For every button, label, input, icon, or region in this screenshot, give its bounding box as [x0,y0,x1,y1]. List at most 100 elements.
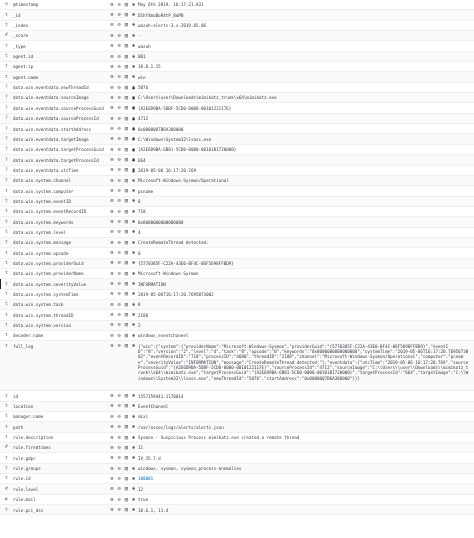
filter-exists-icon[interactable]: ✱ [131,198,137,204]
filter-out-value-icon[interactable]: ⊖ [116,343,122,349]
filter-out-value-icon[interactable]: ⊖ [116,445,122,451]
toggle-column-icon[interactable]: ▥ [123,312,129,318]
filter-out-value-icon[interactable]: ⊖ [116,167,122,173]
filter-out-value-icon[interactable]: ⊖ [116,455,122,461]
filter-out-value-icon[interactable]: ⊖ [116,229,122,235]
filter-for-value-icon[interactable]: ⊕ [109,43,115,49]
toggle-column-icon[interactable]: ▥ [123,497,129,503]
filter-out-value-icon[interactable]: ⊖ [116,291,122,297]
filter-for-value-icon[interactable]: ⊕ [109,476,115,482]
filter-for-value-icon[interactable]: ⊕ [109,22,115,28]
filter-exists-icon[interactable]: ✱ [131,178,137,184]
filter-for-value-icon[interactable]: ⊕ [109,271,115,277]
filter-out-value-icon[interactable]: ⊖ [116,424,122,430]
filter-exists-icon[interactable]: ✱ [131,2,137,8]
toggle-column-icon[interactable]: ▥ [123,95,129,101]
filter-exists-icon[interactable]: ✱ [131,435,137,441]
filter-out-value-icon[interactable]: ⊖ [116,333,122,339]
filter-for-value-icon[interactable]: ⊕ [109,281,115,287]
filter-out-value-icon[interactable]: ⊖ [116,260,122,266]
toggle-column-icon[interactable]: ▥ [123,424,129,430]
filter-for-value-icon[interactable]: ⊕ [109,435,115,441]
filter-exists-icon[interactable]: ✱ [131,445,137,451]
filter-exists-icon[interactable]: ✱ [131,240,137,246]
toggle-column-icon[interactable]: ▥ [123,105,129,111]
toggle-column-icon[interactable]: ▥ [123,33,129,39]
toggle-column-icon[interactable]: ▥ [123,229,129,235]
filter-exists-icon[interactable]: ✱ [131,291,137,297]
filter-out-value-icon[interactable]: ⊖ [116,219,122,225]
filter-exists-icon[interactable]: ✱ [131,260,137,266]
filter-exists-icon[interactable]: ✱ [131,64,137,70]
filter-for-value-icon[interactable]: ⊕ [109,209,115,215]
filter-for-value-icon[interactable]: ⊕ [109,33,115,39]
filter-exists-icon[interactable]: ✱ [131,209,137,215]
filter-for-value-icon[interactable]: ⊕ [109,74,115,80]
filter-out-value-icon[interactable]: ⊖ [116,188,122,194]
filter-for-value-icon[interactable]: ⊕ [109,188,115,194]
filter-exists-icon[interactable]: ✱ [131,403,137,409]
filter-out-value-icon[interactable]: ⊖ [116,393,122,399]
toggle-column-icon[interactable]: ▥ [123,486,129,492]
filter-exists-icon[interactable]: ✱ [131,302,137,308]
filter-for-value-icon[interactable]: ⊕ [109,291,115,297]
filter-out-value-icon[interactable]: ⊖ [116,209,122,215]
filter-out-value-icon[interactable]: ⊖ [116,312,122,318]
filter-exists-icon[interactable]: ✱ [131,43,137,49]
filter-out-value-icon[interactable]: ⊖ [116,95,122,101]
toggle-column-icon[interactable]: ▥ [123,281,129,287]
toggle-column-icon[interactable]: ▥ [123,414,129,420]
toggle-column-icon[interactable]: ▥ [123,476,129,482]
filter-out-value-icon[interactable]: ⊖ [116,54,122,60]
filter-for-value-icon[interactable]: ⊕ [109,126,115,132]
toggle-column-icon[interactable]: ▥ [123,126,129,132]
toggle-column-icon[interactable]: ▥ [123,2,129,8]
filter-for-value-icon[interactable]: ⊕ [109,147,115,153]
toggle-column-icon[interactable]: ▥ [123,64,129,70]
toggle-column-icon[interactable]: ▥ [123,322,129,328]
toggle-column-icon[interactable]: ▥ [123,209,129,215]
filter-out-value-icon[interactable]: ⊖ [116,85,122,91]
filter-out-value-icon[interactable]: ⊖ [116,302,122,308]
filter-out-value-icon[interactable]: ⊖ [116,116,122,122]
filter-exists-icon[interactable]: ✱ [131,322,137,328]
toggle-column-icon[interactable]: ▥ [123,198,129,204]
toggle-column-icon[interactable]: ▥ [123,250,129,256]
toggle-column-icon[interactable]: ▥ [123,393,129,399]
filter-exists-icon[interactable]: ✱ [131,271,137,277]
toggle-column-icon[interactable]: ▥ [123,188,129,194]
filter-out-value-icon[interactable]: ⊖ [116,507,122,513]
filter-exists-icon[interactable]: ✱ [131,393,137,399]
toggle-column-icon[interactable]: ▥ [123,435,129,441]
filter-for-value-icon[interactable]: ⊕ [109,445,115,451]
filter-exists-icon[interactable]: ✱ [131,250,137,256]
filter-exists-icon[interactable]: ✱ [131,486,137,492]
filter-out-value-icon[interactable]: ⊖ [116,435,122,441]
toggle-column-icon[interactable]: ▥ [123,43,129,49]
toggle-column-icon[interactable]: ▥ [123,343,129,349]
toggle-column-icon[interactable]: ▥ [123,291,129,297]
filter-for-value-icon[interactable]: ⊕ [109,64,115,70]
filter-exists-icon[interactable]: ✱ [131,507,137,513]
toggle-column-icon[interactable]: ▥ [123,445,129,451]
filter-for-value-icon[interactable]: ⊕ [109,116,115,122]
toggle-column-icon[interactable]: ▥ [123,271,129,277]
filter-for-value-icon[interactable]: ⊕ [109,455,115,461]
filter-exists-icon[interactable]: ✱ [131,455,137,461]
filter-exists-icon[interactable]: ✱ [131,54,137,60]
filter-for-value-icon[interactable]: ⊕ [109,260,115,266]
filter-exists-icon[interactable]: ✱ [131,33,137,39]
filter-out-value-icon[interactable]: ⊖ [116,250,122,256]
filter-out-value-icon[interactable]: ⊖ [116,105,122,111]
filter-for-value-icon[interactable]: ⊕ [109,105,115,111]
filter-out-value-icon[interactable]: ⊖ [116,64,122,70]
filter-out-value-icon[interactable]: ⊖ [116,157,122,163]
filter-out-value-icon[interactable]: ⊖ [116,414,122,420]
toggle-column-icon[interactable]: ▥ [123,167,129,173]
filter-for-value-icon[interactable]: ⊕ [109,250,115,256]
toggle-column-icon[interactable]: ▥ [123,403,129,409]
filter-for-value-icon[interactable]: ⊕ [109,136,115,142]
filter-out-value-icon[interactable]: ⊖ [116,240,122,246]
filter-for-value-icon[interactable]: ⊕ [109,229,115,235]
filter-exists-icon[interactable]: ✱ [131,333,137,339]
